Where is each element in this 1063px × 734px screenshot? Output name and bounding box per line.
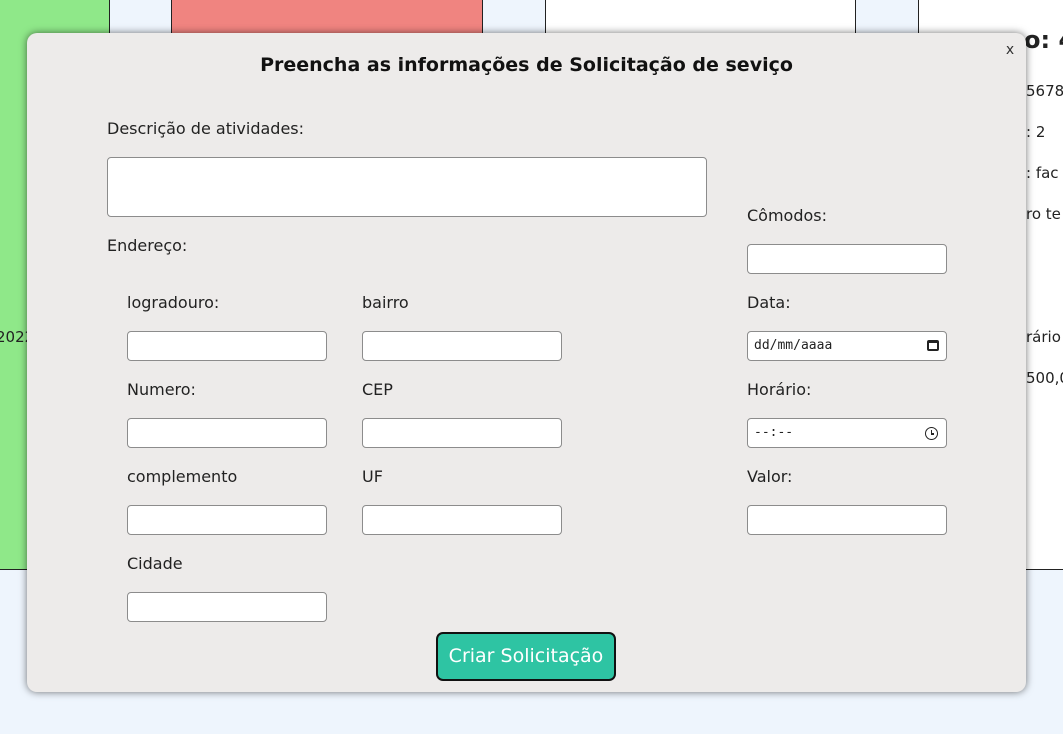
- bg-card-line: 500,0: [1026, 369, 1063, 387]
- complemento-label: complemento: [127, 467, 238, 486]
- time-placeholder: --:--: [754, 425, 794, 440]
- modal-title: Preencha as informações de Solicitação d…: [260, 54, 793, 76]
- bg-card-title: o: 4: [1024, 26, 1063, 54]
- bg-card-line: : fac: [1026, 164, 1059, 182]
- calendar-icon[interactable]: [927, 340, 939, 351]
- bg-card-line: 5678: [1026, 82, 1063, 100]
- cidade-label: Cidade: [127, 554, 183, 573]
- bairro-input[interactable]: [362, 331, 562, 361]
- create-request-button[interactable]: Criar Solicitação: [436, 632, 616, 681]
- numero-label: Numero:: [127, 380, 196, 399]
- uf-input[interactable]: [362, 505, 562, 535]
- complemento-input[interactable]: [127, 505, 327, 535]
- bg-card-line: rário: [1026, 328, 1061, 346]
- time-input[interactable]: --:--: [747, 418, 947, 448]
- address-label: Endereço:: [107, 236, 188, 255]
- numero-input[interactable]: [127, 418, 327, 448]
- logradouro-input[interactable]: [127, 331, 327, 361]
- bairro-label: bairro: [362, 293, 409, 312]
- logradouro-label: logradouro:: [127, 293, 220, 312]
- horario-label: Horário:: [747, 380, 812, 399]
- uf-label: UF: [362, 467, 383, 486]
- cep-input[interactable]: [362, 418, 562, 448]
- description-textarea[interactable]: [107, 157, 707, 217]
- date-input[interactable]: dd/mm/aaaa: [747, 331, 947, 361]
- service-request-modal: x Preencha as informações de Solicitação…: [27, 33, 1026, 692]
- valor-input[interactable]: [747, 505, 947, 535]
- valor-label: Valor:: [747, 467, 793, 486]
- data-label: Data:: [747, 293, 791, 312]
- bg-card-line: ro te: [1026, 205, 1061, 223]
- cidade-input[interactable]: [127, 592, 327, 622]
- bg-card-line: : 2: [1026, 123, 1046, 141]
- cep-label: CEP: [362, 380, 393, 399]
- description-label: Descrição de atividades:: [107, 119, 305, 138]
- comodos-input[interactable]: [747, 244, 947, 274]
- date-placeholder: dd/mm/aaaa: [754, 338, 833, 353]
- comodos-label: Cômodos:: [747, 206, 828, 225]
- clock-icon[interactable]: [925, 427, 938, 440]
